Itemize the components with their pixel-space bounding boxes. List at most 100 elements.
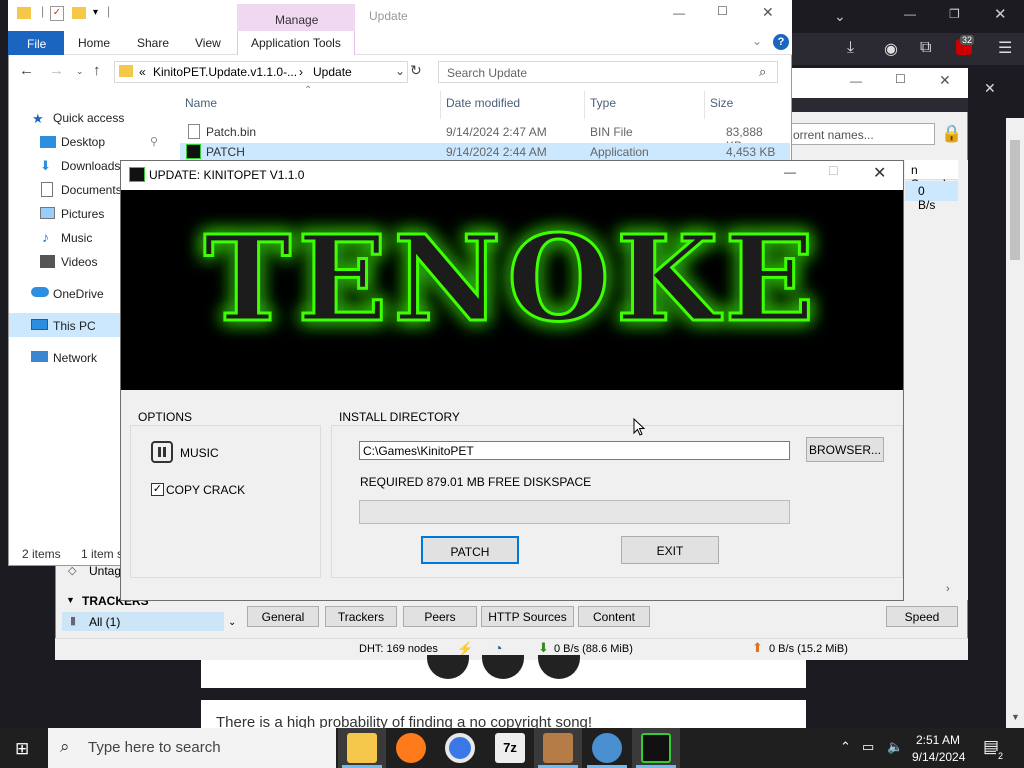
maximize-icon[interactable]: ☐	[895, 72, 906, 86]
tab-content[interactable]: Content	[578, 606, 650, 627]
winrar-icon[interactable]	[543, 733, 573, 763]
help-icon[interactable]: ?	[773, 34, 789, 50]
tab-trackers[interactable]: Trackers	[325, 606, 397, 627]
chrome-icon[interactable]	[445, 733, 475, 763]
breadcrumb-item[interactable]: KinitoPET.Update.v1.1.0-...	[153, 65, 297, 79]
file-row[interactable]: PATCH 9/14/2024 2:44 AM Application 4,45…	[180, 143, 790, 160]
column-date-modified[interactable]: Date modified	[446, 96, 520, 110]
file-explorer-icon[interactable]	[347, 733, 377, 763]
copy-crack-label[interactable]: COPY CRACK	[166, 483, 245, 497]
account-icon[interactable]: ◉	[884, 39, 898, 59]
restore-icon[interactable]: ❐	[949, 7, 960, 21]
menu-icon[interactable]: ☰	[998, 38, 1012, 58]
nav-videos[interactable]: Videos	[61, 255, 97, 269]
extensions-icon[interactable]: ⧉	[920, 39, 931, 57]
nav-this-pc[interactable]: This PC	[53, 319, 96, 333]
torrent-list-scrollbar[interactable]	[958, 160, 968, 600]
side-untag[interactable]: Untag	[89, 564, 121, 578]
column-name[interactable]: Name	[185, 96, 217, 110]
tab-file[interactable]: File	[8, 31, 64, 55]
properties-icon[interactable]: ✓	[50, 6, 64, 21]
pictures-icon	[40, 207, 55, 219]
row-speed[interactable]: 0 B/s	[905, 181, 958, 212]
minimize-icon[interactable]: —	[904, 7, 916, 21]
file-row[interactable]: Patch.bin 9/14/2024 2:47 AM BIN File 83,…	[180, 122, 780, 153]
collapse-icon[interactable]: ▼	[66, 595, 75, 605]
network-status-icon[interactable]: ▭	[862, 739, 874, 755]
tab-http-sources[interactable]: HTTP Sources	[481, 606, 574, 627]
speed-tab[interactable]: Speed	[886, 606, 958, 627]
tab-trackers-label: Trackers	[337, 610, 385, 624]
tab-application-tools[interactable]: Application Tools	[237, 31, 355, 55]
minimize-icon[interactable]: —	[850, 74, 862, 88]
nav-downloads[interactable]: Downloads	[61, 159, 120, 173]
tab-peers[interactable]: Peers	[403, 606, 477, 627]
nav-onedrive[interactable]: OneDrive	[53, 287, 104, 301]
close-icon[interactable]: ✕	[762, 4, 774, 21]
breadcrumb-item[interactable]: Update	[313, 65, 352, 79]
tab-home[interactable]: Home	[78, 36, 110, 50]
tab-share[interactable]: Share	[137, 36, 169, 50]
firefox-icon[interactable]	[396, 733, 426, 763]
close-icon[interactable]: ✕	[873, 163, 886, 183]
speed-limit-icon[interactable]: ◔	[494, 640, 502, 656]
chevron-up-icon[interactable]: ⌃	[840, 739, 851, 755]
scroll-down-icon[interactable]: ▼	[1011, 712, 1020, 722]
close-icon[interactable]: ✕	[939, 72, 951, 89]
address-bar[interactable]: « KinitoPET.Update.v1.1.0-... › Update ⌄	[114, 61, 408, 83]
tab-general[interactable]: General	[247, 606, 319, 627]
page-scrollbar-thumb[interactable]	[1010, 140, 1020, 260]
clock-time[interactable]: 2:51 AM	[916, 733, 960, 747]
nav-network[interactable]: Network	[53, 351, 97, 365]
minimize-icon[interactable]: —	[673, 6, 685, 20]
nav-quick-access[interactable]: Quick access	[53, 111, 124, 125]
breadcrumb-overflow[interactable]: «	[139, 65, 146, 79]
nav-pictures[interactable]: Pictures	[61, 207, 104, 221]
scroll-right-icon[interactable]: ›	[946, 583, 950, 595]
breadcrumb-separator[interactable]: ›	[299, 65, 303, 79]
pin-icon[interactable]: ⚲	[150, 135, 158, 148]
nav-music[interactable]: Music	[61, 231, 92, 245]
back-icon[interactable]: ←	[19, 62, 34, 79]
customize-qat-icon[interactable]: ▾	[93, 7, 98, 18]
search-input[interactable]: Search Update ⌕	[438, 61, 778, 83]
minimize-icon[interactable]: —	[784, 165, 796, 179]
torrent-filter-input[interactable]: orrent names...	[790, 123, 935, 145]
maximize-icon[interactable]: ☐	[717, 4, 728, 18]
new-folder-icon[interactable]	[72, 7, 86, 19]
chevron-down-icon[interactable]: ⌄	[395, 64, 405, 78]
patcher-taskbar-icon[interactable]	[641, 733, 671, 763]
chevron-down-icon[interactable]: ⌄	[228, 617, 236, 628]
pause-icon[interactable]	[151, 441, 173, 463]
chevron-down-icon[interactable]: ⌄	[752, 34, 762, 48]
chevron-down-icon[interactable]: ⌄	[834, 8, 846, 25]
7zip-icon[interactable]: 7z	[495, 733, 525, 763]
column-size[interactable]: Size	[710, 96, 733, 110]
browse-button[interactable]: BROWSER...	[806, 437, 884, 462]
nav-desktop[interactable]: Desktop	[61, 135, 105, 149]
taskbar-search[interactable]: Type here to search ⌕	[48, 728, 336, 768]
up-icon[interactable]: ↑	[93, 62, 101, 79]
tab-view[interactable]: View	[195, 36, 221, 50]
column-speed[interactable]: n Speed	[905, 160, 958, 191]
close-icon[interactable]: ✕	[984, 80, 996, 97]
file-name: PATCH	[206, 145, 245, 159]
column-type[interactable]: Type	[590, 96, 616, 110]
close-icon[interactable]: ✕	[994, 5, 1007, 23]
windows-start-icon[interactable]: ⊞	[15, 739, 29, 759]
refresh-icon[interactable]: ↻	[410, 62, 422, 79]
side-all-row[interactable]	[62, 612, 224, 631]
forward-icon[interactable]: →	[49, 62, 64, 79]
lock-icon[interactable]: 🔒	[941, 124, 962, 144]
clock-date[interactable]: 9/14/2024	[912, 750, 965, 764]
exit-button[interactable]: EXIT	[621, 536, 719, 564]
install-path-input[interactable]: C:\Games\KinitoPET	[359, 441, 790, 460]
copy-crack-checkbox[interactable]: ✓	[151, 483, 164, 496]
qbittorrent-icon[interactable]	[592, 733, 622, 763]
download-icon[interactable]: ⤓	[847, 39, 854, 57]
recent-locations-icon[interactable]: ⌄	[76, 66, 84, 77]
patch-button[interactable]: PATCH	[421, 536, 519, 564]
side-all[interactable]: All (1)	[89, 615, 120, 629]
volume-muted-icon[interactable]: 🔈	[887, 739, 903, 755]
nav-documents[interactable]: Documents	[61, 183, 122, 197]
